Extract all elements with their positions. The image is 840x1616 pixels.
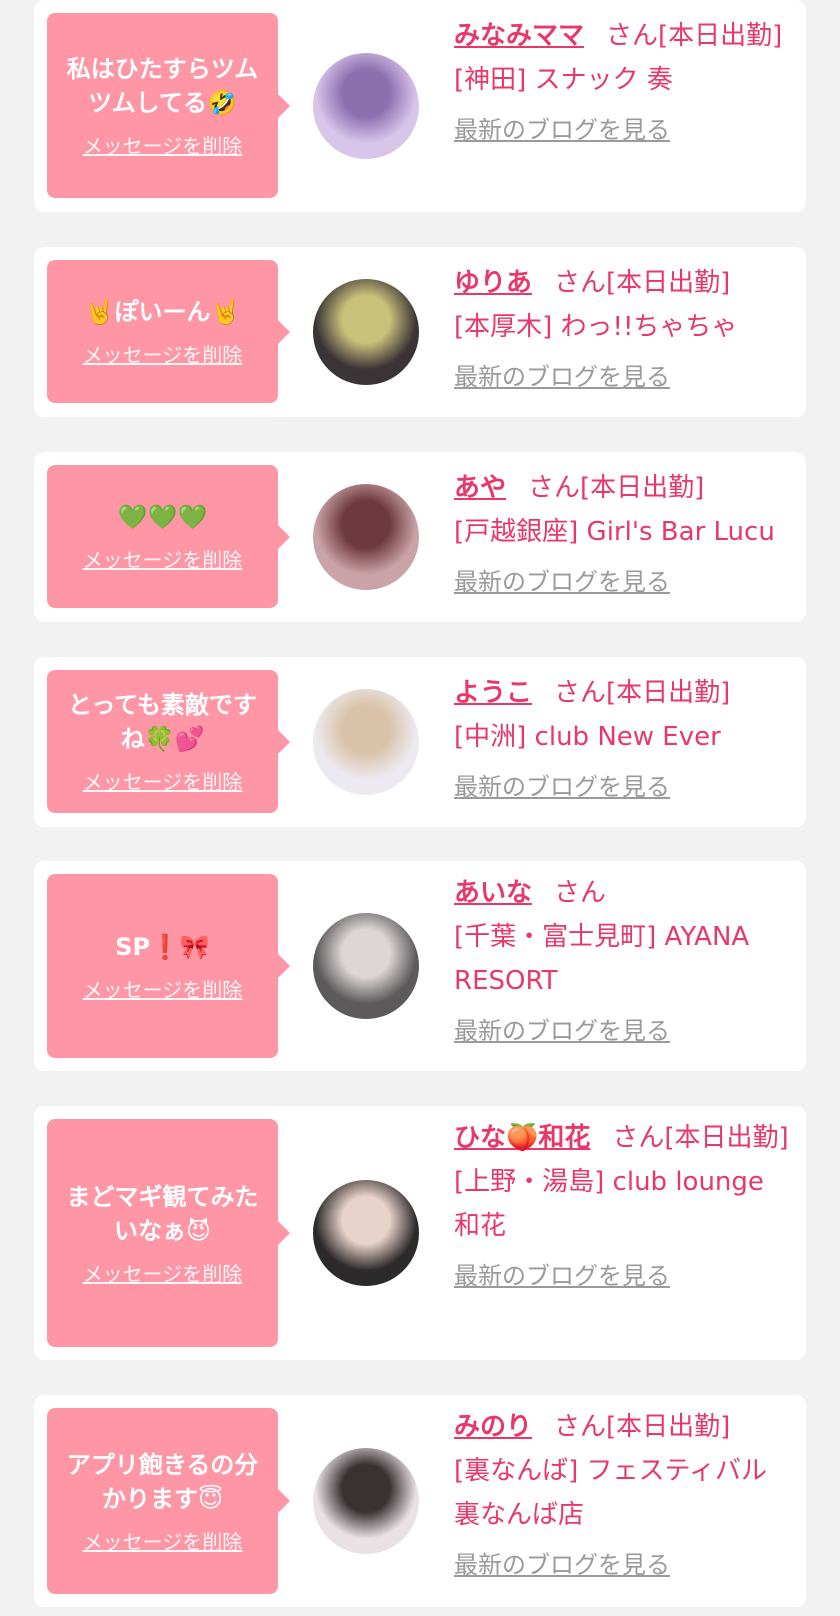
avatar[interactable] — [313, 913, 419, 1019]
cast-status: さん[本日出勤] — [554, 1412, 731, 1442]
message-text: SP❗🎀 — [115, 932, 210, 961]
message-bubble: アプリ飽きるの分かります😇 メッセージを削除 — [47, 1408, 290, 1594]
message-bubble: 💚💚💚 メッセージを削除 — [47, 465, 290, 608]
message-card: アプリ飽きるの分かります😇 メッセージを削除 みのり さん[本日出勤] [裏なんば… — [34, 1395, 806, 1607]
latest-blog-link[interactable]: 最新のブログを見る — [454, 1260, 794, 1292]
cast-name-link[interactable]: みのり — [454, 1412, 532, 1442]
shop-name: [戸越銀座] Girl's Bar Lucu — [454, 517, 775, 547]
message-bubble: SP❗🎀 メッセージを削除 — [47, 874, 290, 1058]
message-text: アプリ飽きるの分かります😇 — [66, 1450, 259, 1513]
shop-name: [本厚木] わっ!!ちゃちゃ — [454, 312, 738, 342]
avatar[interactable] — [313, 689, 419, 795]
cast-info: あいな さん [千葉・富士見町] AYANA RESORT 最新のブログを見る — [454, 871, 794, 1047]
cast-status: さん[本日出勤] — [612, 1123, 789, 1153]
cast-info: ひな🍑和花 さん[本日出勤] [上野・湯島] club lounge 和花 最新の… — [454, 1116, 794, 1292]
message-card: SP❗🎀 メッセージを削除 あいな さん [千葉・富士見町] AYANA RESO… — [34, 861, 806, 1071]
cast-info: みのり さん[本日出勤] [裏なんば] フェスティバル 裏なんば店 最新のブログを… — [454, 1405, 794, 1581]
message-card: 💚💚💚 メッセージを削除 あや さん[本日出勤] [戸越銀座] Girl's Ba… — [34, 452, 806, 622]
message-bubble: とっても素敵ですね🍀💕 メッセージを削除 — [47, 670, 290, 813]
message-text: まどマギ観てみたいなぁ😈 — [66, 1182, 259, 1245]
message-bubble: まどマギ観てみたいなぁ😈 メッセージを削除 — [47, 1119, 290, 1347]
cast-name-link[interactable]: みなみママ — [454, 21, 584, 51]
message-bubble: 私はひたすらツムツムしてる🤣 メッセージを削除 — [47, 13, 290, 198]
message-text: 私はひたすらツムツムしてる🤣 — [66, 55, 259, 117]
cast-status: さん — [554, 878, 607, 908]
cast-name-link[interactable]: ようこ — [454, 678, 532, 708]
avatar[interactable] — [313, 484, 419, 590]
delete-message-link[interactable]: メッセージを削除 — [83, 766, 243, 795]
cast-info: ゆりあ さん[本日出勤] [本厚木] わっ!!ちゃちゃ 最新のブログを見る — [454, 261, 794, 393]
message-card: とっても素敵ですね🍀💕 メッセージを削除 ようこ さん[本日出勤] [中洲] cl… — [34, 657, 806, 827]
latest-blog-link[interactable]: 最新のブログを見る — [454, 1549, 794, 1581]
message-card: 🤘ぽいーん🤘 メッセージを削除 ゆりあ さん[本日出勤] [本厚木] わっ!!ちゃ… — [34, 247, 806, 417]
avatar[interactable] — [313, 53, 419, 159]
latest-blog-link[interactable]: 最新のブログを見る — [454, 771, 794, 803]
delete-message-link[interactable]: メッセージを削除 — [83, 1526, 243, 1555]
avatar[interactable] — [313, 279, 419, 385]
cast-name-link[interactable]: ゆりあ — [454, 268, 532, 298]
delete-message-link[interactable]: メッセージを削除 — [83, 544, 243, 573]
cast-status: さん[本日出勤] — [554, 268, 731, 298]
delete-message-link[interactable]: メッセージを削除 — [83, 130, 243, 159]
message-bubble: 🤘ぽいーん🤘 メッセージを削除 — [47, 260, 290, 403]
cast-info: あや さん[本日出勤] [戸越銀座] Girl's Bar Lucu 最新のブログ… — [454, 466, 794, 598]
message-card: まどマギ観てみたいなぁ😈 メッセージを削除 ひな🍑和花 さん[本日出勤] [上野・… — [34, 1106, 806, 1360]
shop-name: [千葉・富士見町] AYANA RESORT — [454, 922, 750, 996]
latest-blog-link[interactable]: 最新のブログを見る — [454, 1015, 794, 1047]
message-text: 🤘ぽいーん🤘 — [84, 298, 241, 326]
delete-message-link[interactable]: メッセージを削除 — [83, 974, 243, 1003]
message-text: とっても素敵ですね🍀💕 — [68, 691, 257, 753]
shop-name: [上野・湯島] club lounge 和花 — [454, 1167, 764, 1241]
message-text: 💚💚💚 — [117, 503, 208, 531]
cast-status: さん[本日出勤] — [554, 678, 731, 708]
cast-name-link[interactable]: あや — [454, 473, 506, 503]
cast-info: ようこ さん[本日出勤] [中洲] club New Ever 最新のブログを見る — [454, 671, 794, 803]
latest-blog-link[interactable]: 最新のブログを見る — [454, 361, 794, 393]
cast-status: さん[本日出勤] — [528, 473, 705, 503]
shop-name: [裏なんば] フェスティバル 裏なんば店 — [454, 1456, 767, 1530]
shop-name: [中洲] club New Ever — [454, 722, 721, 752]
latest-blog-link[interactable]: 最新のブログを見る — [454, 114, 794, 146]
delete-message-link[interactable]: メッセージを削除 — [83, 339, 243, 368]
cast-name-link[interactable]: あいな — [454, 878, 532, 908]
shop-name: [神田] スナック 奏 — [454, 65, 673, 95]
avatar[interactable] — [313, 1180, 419, 1286]
cast-status: さん[本日出勤] — [606, 21, 783, 51]
latest-blog-link[interactable]: 最新のブログを見る — [454, 566, 794, 598]
avatar[interactable] — [313, 1448, 419, 1554]
cast-name-link[interactable]: ひな🍑和花 — [454, 1123, 590, 1153]
delete-message-link[interactable]: メッセージを削除 — [83, 1258, 243, 1287]
message-list: 私はひたすらツムツムしてる🤣 メッセージを削除 みなみママ さん[本日出勤] [神… — [0, 0, 840, 1616]
cast-info: みなみママ さん[本日出勤] [神田] スナック 奏 最新のブログを見る — [454, 14, 794, 146]
message-card: 私はひたすらツムツムしてる🤣 メッセージを削除 みなみママ さん[本日出勤] [神… — [34, 0, 806, 212]
